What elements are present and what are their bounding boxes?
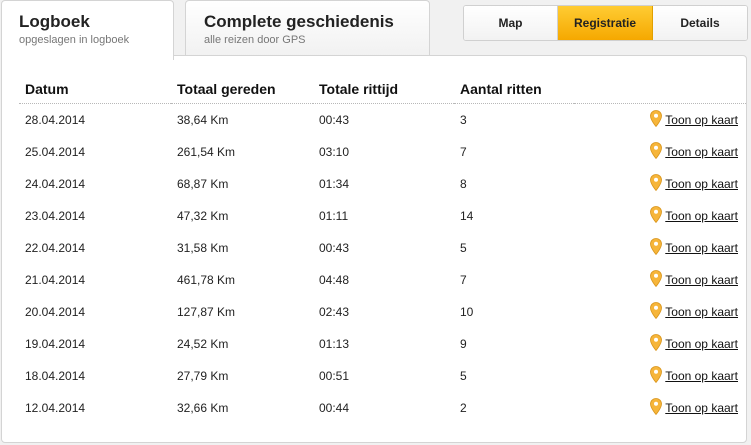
logbook-table: Datum Totaal gereden Totale rittijd Aant… (19, 74, 746, 424)
cell-date: 22.04.2014 (25, 241, 86, 255)
cell-map: Toon op kaart (574, 136, 746, 168)
cell-time: 00:43 (319, 241, 350, 255)
show-on-map-link[interactable]: Toon op kaart (665, 369, 738, 383)
cell-date: 23.04.2014 (25, 209, 86, 223)
cell-map: Toon op kaart (574, 328, 746, 360)
table-row: 20.04.2014 127,87 Km 02:43 10 Toon op kaart (19, 296, 746, 328)
map-pin-icon[interactable] (650, 206, 663, 226)
tab-title: Logboek (19, 12, 90, 31)
view-switcher: Map Registratie Details (463, 5, 748, 41)
cell-trips: 3 (460, 113, 467, 127)
map-pin-icon[interactable] (650, 334, 663, 354)
table-row: 12.04.2014 32,66 Km 00:44 2 Toon op kaart (19, 392, 746, 424)
cell-date: 19.04.2014 (25, 337, 86, 351)
map-pin-icon[interactable] (650, 270, 663, 290)
cell-map: Toon op kaart (574, 200, 746, 232)
cell-date: 18.04.2014 (25, 369, 86, 383)
map-pin-icon[interactable] (650, 302, 663, 322)
cell-time: 04:48 (319, 273, 350, 287)
table-row: 22.04.2014 31,58 Km 00:43 5 Toon op kaart (19, 232, 746, 264)
cell-distance: 38,64 Km (177, 113, 229, 127)
show-on-map-link[interactable]: Toon op kaart (665, 305, 738, 319)
cell-map: Toon op kaart (574, 104, 746, 137)
cell-date: 25.04.2014 (25, 145, 86, 159)
tab-subtitle: opgeslagen in logboek (19, 34, 130, 46)
cell-distance: 461,78 Km (177, 273, 236, 287)
show-on-map-link[interactable]: Toon op kaart (665, 273, 738, 287)
cell-date: 12.04.2014 (25, 401, 86, 415)
cell-time: 01:34 (319, 177, 350, 191)
table-row: 24.04.2014 68,87 Km 01:34 8 Toon op kaart (19, 168, 746, 200)
tab-complete-geschiedenis[interactable]: Complete geschiedenis alle reizen door G… (185, 0, 430, 56)
map-pin-icon[interactable] (650, 398, 663, 418)
cell-date: 28.04.2014 (25, 113, 86, 127)
show-on-map-link[interactable]: Toon op kaart (665, 209, 738, 223)
tab-subtitle: alle reizen door GPS (204, 34, 306, 46)
cell-map: Toon op kaart (574, 296, 746, 328)
tab-logboek[interactable]: Logboek opgeslagen in logboek (1, 0, 174, 60)
show-on-map-link[interactable]: Toon op kaart (665, 145, 738, 159)
cell-distance: 68,87 Km (177, 177, 229, 191)
show-on-map-link[interactable]: Toon op kaart (665, 113, 738, 127)
column-header-map (574, 74, 746, 104)
cell-time: 00:44 (319, 401, 350, 415)
cell-map: Toon op kaart (574, 360, 746, 392)
show-on-map-link[interactable]: Toon op kaart (665, 337, 738, 351)
map-pin-icon[interactable] (650, 238, 663, 258)
column-header-totaal-gereden[interactable]: Totaal gereden (171, 74, 313, 104)
cell-distance: 127,87 Km (177, 305, 236, 319)
cell-trips: 2 (460, 401, 467, 415)
cell-time: 03:10 (319, 145, 350, 159)
cell-trips: 7 (460, 145, 467, 159)
logbook-panel: Datum Totaal gereden Totale rittijd Aant… (1, 55, 747, 443)
cell-distance: 47,32 Km (177, 209, 229, 223)
table-row: 23.04.2014 47,32 Km 01:11 14 Toon op kaart (19, 200, 746, 232)
tab-title: Complete geschiedenis (204, 12, 394, 31)
cell-map: Toon op kaart (574, 392, 746, 424)
cell-trips: 7 (460, 273, 467, 287)
cell-time: 01:13 (319, 337, 350, 351)
show-on-map-link[interactable]: Toon op kaart (665, 177, 738, 191)
cell-map: Toon op kaart (574, 168, 746, 200)
cell-distance: 24,52 Km (177, 337, 229, 351)
map-pin-icon[interactable] (650, 366, 663, 386)
cell-time: 01:11 (319, 209, 349, 223)
cell-date: 24.04.2014 (25, 177, 86, 191)
column-header-aantal-ritten[interactable]: Aantal ritten (454, 74, 574, 104)
table-row: 18.04.2014 27,79 Km 00:51 5 Toon op kaart (19, 360, 746, 392)
cell-distance: 32,66 Km (177, 401, 229, 415)
cell-trips: 10 (460, 305, 474, 319)
table-header-row: Datum Totaal gereden Totale rittijd Aant… (19, 74, 746, 104)
details-view-button[interactable]: Details (653, 6, 747, 40)
cell-trips: 14 (460, 209, 474, 223)
cell-date: 20.04.2014 (25, 305, 86, 319)
registratie-view-button[interactable]: Registratie (558, 6, 653, 40)
table-row: 28.04.2014 38,64 Km 00:43 3 Toon op kaart (19, 104, 746, 137)
map-pin-icon[interactable] (650, 110, 663, 130)
column-header-datum[interactable]: Datum (19, 74, 171, 104)
cell-trips: 5 (460, 241, 467, 255)
map-view-button[interactable]: Map (464, 6, 558, 40)
cell-distance: 31,58 Km (177, 241, 229, 255)
cell-distance: 27,79 Km (177, 369, 229, 383)
map-pin-icon[interactable] (650, 174, 663, 194)
map-pin-icon[interactable] (650, 142, 663, 162)
cell-trips: 5 (460, 369, 467, 383)
table-row: 21.04.2014 461,78 Km 04:48 7 Toon op kaart (19, 264, 746, 296)
cell-time: 02:43 (319, 305, 350, 319)
cell-distance: 261,54 Km (177, 145, 236, 159)
cell-date: 21.04.2014 (25, 273, 86, 287)
cell-trips: 9 (460, 337, 467, 351)
show-on-map-link[interactable]: Toon op kaart (665, 241, 738, 255)
table-row: 19.04.2014 24,52 Km 01:13 9 Toon op kaart (19, 328, 746, 360)
cell-map: Toon op kaart (574, 232, 746, 264)
cell-map: Toon op kaart (574, 264, 746, 296)
cell-time: 00:43 (319, 113, 350, 127)
cell-trips: 8 (460, 177, 467, 191)
table-row: 25.04.2014 261,54 Km 03:10 7 Toon op kaart (19, 136, 746, 168)
show-on-map-link[interactable]: Toon op kaart (665, 401, 738, 415)
cell-time: 00:51 (319, 369, 350, 383)
column-header-totale-rittijd[interactable]: Totale rittijd (313, 74, 454, 104)
